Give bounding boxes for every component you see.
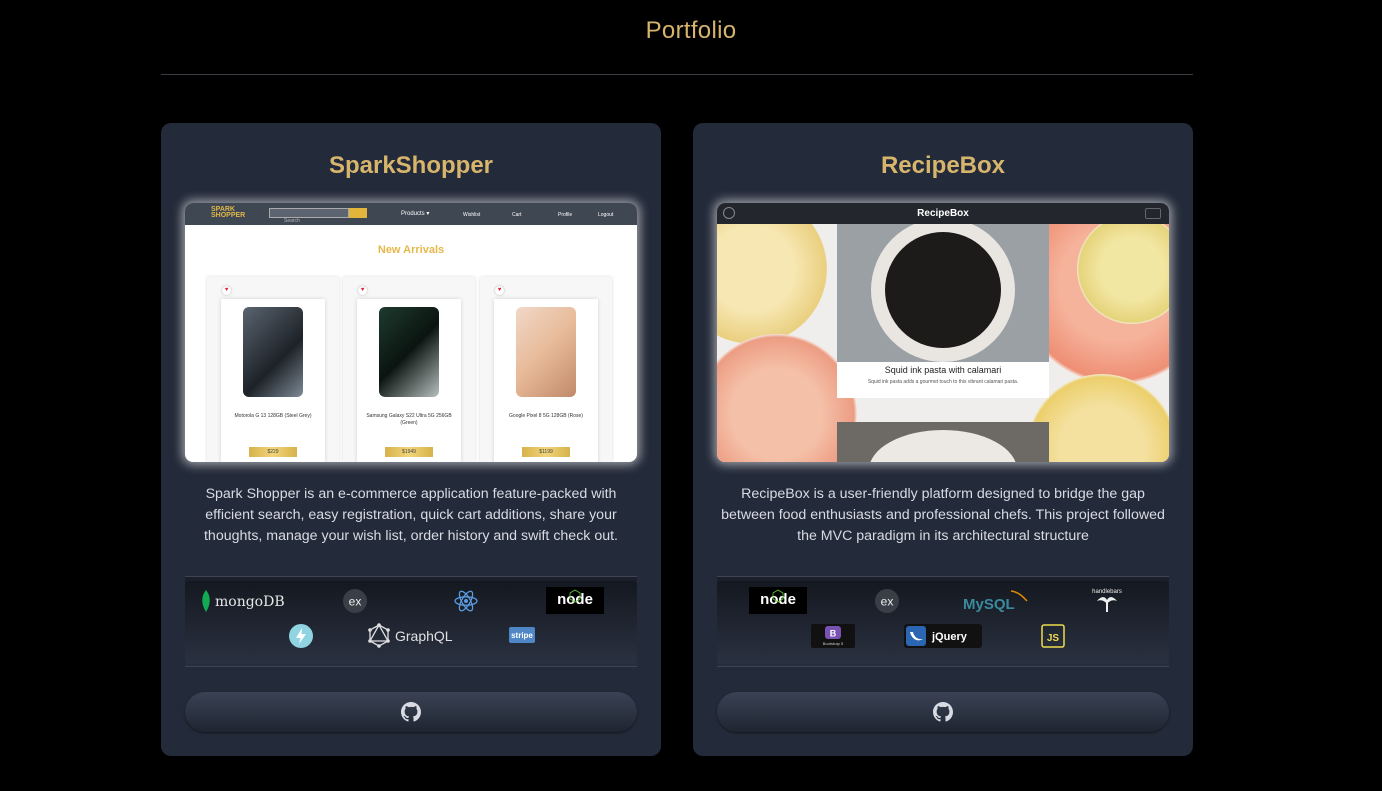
mysql-logo: MySQL (961, 587, 1033, 615)
svg-text:node: node (760, 591, 796, 608)
svg-text:MySQL: MySQL (963, 596, 1015, 613)
screenshot-search-input: Search (269, 208, 349, 224)
mongodb-logo: mongoDB (199, 587, 291, 615)
project-title: SparkShopper (328, 152, 494, 179)
react-logo (453, 588, 479, 614)
page-title: Portfolio (645, 17, 737, 44)
express-logo: ex (874, 588, 900, 614)
screenshot-nav-profile: Profile (558, 212, 573, 218)
project-title: RecipeBox (880, 152, 1006, 179)
recipe-card: Squid ink pasta with calamari Squid ink … (837, 224, 1049, 398)
svg-text:JS: JS (1047, 633, 1060, 644)
phone-image (516, 307, 576, 397)
javascript-logo: JS (1041, 624, 1065, 648)
svg-text:B: B (830, 629, 837, 639)
jquery-logo: jQuery (904, 624, 982, 648)
project-card-sparkshopper: SparkShopper SPARK SHOPPER Search Product… (161, 123, 661, 756)
portfolio-page: Portfolio SparkShopper SPARK SHOPPER Sear… (0, 0, 1382, 791)
screenshot-search-button (349, 208, 367, 218)
product-price: $1949 (385, 447, 433, 457)
svg-text:ex: ex (881, 595, 894, 609)
screenshot-product-card: ♥ Motorola G 13 128GB (Steel Grey) $229 (207, 277, 339, 462)
product-price: $229 (249, 447, 297, 457)
screenshot-navbar: RecipeBox (717, 203, 1169, 224)
product-price: $1199 (522, 447, 570, 457)
github-button[interactable] (185, 692, 637, 732)
screenshot-nav-wishlist: Wishlist (463, 212, 481, 218)
product-name: Google Pixel 8 5G 128GB (Rose) (509, 413, 583, 419)
nodejs-logo: node (546, 587, 604, 614)
phone-image (243, 307, 303, 397)
bootstrap-logo: B Bootstrap 5 (811, 624, 855, 648)
tech-stack: mongoDB ex node GraphQL stripe (185, 576, 637, 667)
product-name: Samsung Galaxy S22 Ultra 5G 256GB (Green… (366, 413, 452, 426)
heart-icon: ♥ (222, 286, 231, 295)
hamburger-icon (1145, 208, 1161, 219)
svg-text:GraphQL: GraphQL (395, 628, 453, 644)
screenshot-heading: New Arrivals (377, 244, 445, 256)
screenshot-nav-products: Products ▾ (401, 211, 430, 217)
screenshot-navbar: SPARK SHOPPER Search Products ▾ Wishlist … (185, 203, 637, 225)
graphql-logo: GraphQL (367, 622, 455, 650)
apollo-logo (288, 623, 314, 649)
heart-icon: ♥ (495, 286, 504, 295)
project-description: Spark Shopper is an e-commerce applicati… (203, 486, 618, 544)
title-divider (161, 74, 1193, 75)
svg-text:jQuery: jQuery (931, 631, 968, 643)
svg-text:node: node (557, 591, 593, 608)
nodejs-logo: node (749, 587, 807, 614)
handlebars-logo: handlebars (1089, 585, 1125, 615)
github-button[interactable] (717, 692, 1169, 732)
recipe-card (837, 422, 1049, 462)
express-logo: ex (342, 588, 368, 614)
screenshot-product-card: ♥ Samsung Galaxy S22 Ultra 5G 256GB (Gre… (343, 277, 475, 462)
project-screenshot[interactable]: RecipeBox Squid ink pasta with calamari … (717, 203, 1169, 462)
github-icon (401, 702, 421, 722)
screenshot-nav-cart: Cart (512, 212, 522, 218)
citrus-background: Squid ink pasta with calamari Squid ink … (717, 224, 1169, 462)
project-card-recipebox: RecipeBox RecipeBox Squid ink pasta with… (693, 123, 1193, 756)
github-icon (933, 702, 953, 722)
screenshot-product-card: ♥ Google Pixel 8 5G 128GB (Rose) $1199 (480, 277, 612, 462)
svg-text:handlebars: handlebars (1092, 589, 1122, 595)
phone-image (379, 307, 439, 397)
stripe-logo: stripe (509, 627, 535, 643)
screenshot-nav-logout: Logout (598, 212, 614, 218)
product-name: Motorola G 13 128GB (Steel Grey) (234, 413, 312, 419)
screenshot-nav-title: RecipeBox (917, 208, 969, 219)
recipe-subtitle: Squid ink pasta adds a gourmet touch to … (867, 379, 1019, 385)
project-screenshot[interactable]: SPARK SHOPPER Search Products ▾ Wishlist … (185, 203, 637, 462)
recipe-image (837, 224, 1049, 362)
svg-text:ex: ex (349, 595, 362, 609)
heart-icon: ♥ (358, 286, 367, 295)
recipe-title: Squid ink pasta with calamari (884, 365, 1002, 375)
svg-text:Bootstrap 5: Bootstrap 5 (823, 641, 844, 646)
spark-shopper-logo: SPARK SHOPPER (211, 206, 246, 219)
project-description: RecipeBox is a user-friendly platform de… (721, 486, 1165, 544)
tech-stack: node ex MySQL handlebars B Bootstrap 5 jQ… (717, 576, 1169, 667)
svg-text:mongoDB: mongoDB (215, 594, 285, 610)
